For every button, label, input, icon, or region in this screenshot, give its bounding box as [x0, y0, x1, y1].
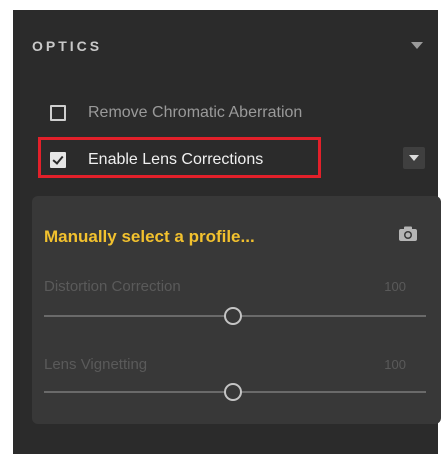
- remove-chromatic-aberration-row[interactable]: Remove Chromatic Aberration: [50, 101, 302, 125]
- camera-icon[interactable]: [398, 226, 418, 242]
- lens-vignetting-value: 100: [384, 357, 406, 372]
- collapse-chevron-icon[interactable]: [411, 42, 423, 49]
- manual-profile-link[interactable]: Manually select a profile...: [44, 227, 255, 247]
- distortion-correction-slider-thumb[interactable]: [224, 307, 242, 325]
- lens-menu-button[interactable]: [403, 147, 425, 169]
- distortion-correction-value: 100: [384, 279, 406, 294]
- remove-chromatic-aberration-checkbox[interactable]: [50, 105, 66, 121]
- section-title: OPTICS: [32, 38, 103, 54]
- distortion-correction-label: Distortion Correction: [44, 278, 181, 295]
- highlight-annotation: [38, 137, 321, 178]
- chevron-down-icon: [409, 155, 419, 161]
- lens-vignetting-label: Lens Vignetting: [44, 356, 148, 373]
- remove-chromatic-aberration-label: Remove Chromatic Aberration: [88, 104, 303, 121]
- lens-vignetting-slider-thumb[interactable]: [224, 383, 242, 401]
